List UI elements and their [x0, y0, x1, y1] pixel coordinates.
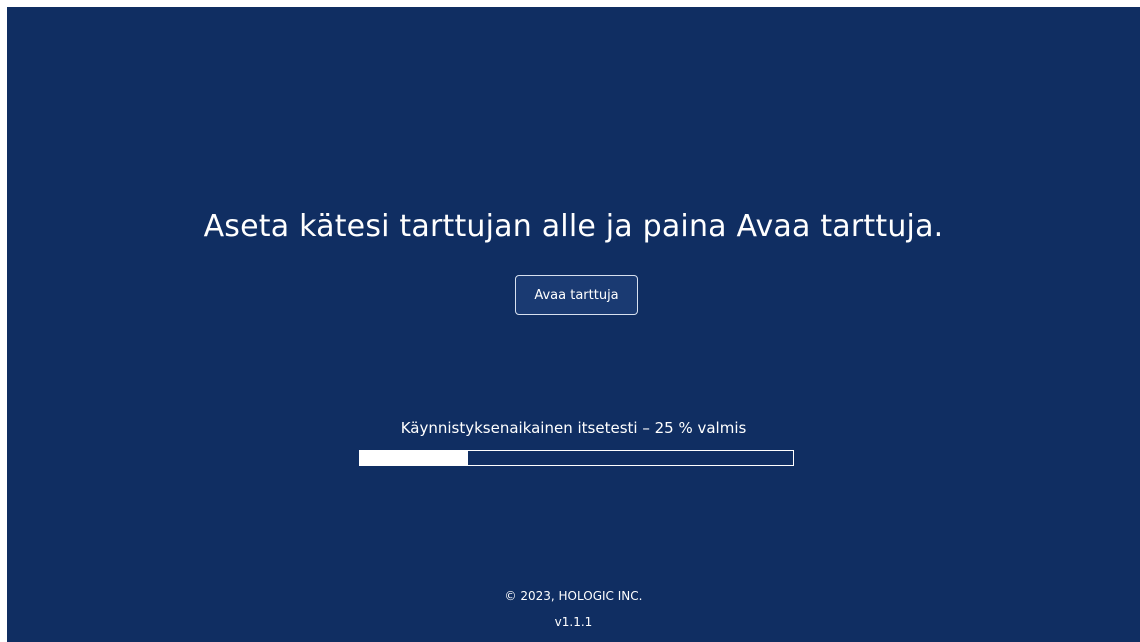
- self-test-progress-bar: [359, 450, 794, 466]
- self-test-status-text: Käynnistyksenaikainen itsetesti – 25 % v…: [400, 419, 747, 437]
- open-gripper-button[interactable]: Avaa tarttuja: [515, 275, 638, 315]
- instruction-text: Aseta kätesi tarttujan alle ja paina Ava…: [203, 209, 944, 244]
- version-text: v1.1.1: [554, 615, 593, 629]
- copyright-text: © 2023, HOLOGIC INC.: [504, 589, 643, 603]
- progress-fill: [360, 451, 469, 465]
- startup-screen: Aseta kätesi tarttujan alle ja paina Ava…: [7, 7, 1140, 642]
